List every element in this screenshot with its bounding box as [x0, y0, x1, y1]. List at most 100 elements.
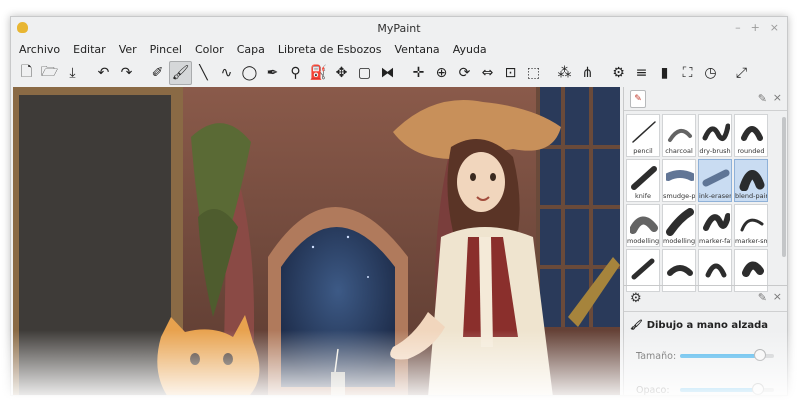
brush-stroke-preview [666, 208, 694, 236]
history-icon[interactable]: ◷ [699, 61, 722, 85]
size-slider-fill [680, 354, 760, 358]
menu-editar[interactable]: Editar [73, 43, 106, 56]
fit-view-icon[interactable]: ⊡ [499, 61, 522, 85]
brush-stroke-preview [702, 169, 730, 187]
line-tool-icon[interactable]: ╲ [192, 61, 215, 85]
size-slider-knob[interactable] [753, 349, 766, 361]
open-file-icon[interactable]: 🗁 [38, 61, 61, 85]
fill-tool-icon[interactable]: ⛽ [307, 61, 330, 85]
menu-bar: Archivo Editar Ver Pincel Color Capa Lib… [11, 39, 787, 59]
title-bar[interactable]: MyPaint – + × [11, 17, 787, 39]
pin-icon[interactable]: ✎ [758, 92, 767, 105]
drawing-canvas[interactable] [13, 87, 620, 395]
opacity-slider[interactable] [680, 383, 774, 395]
brush-label: charcoal [665, 147, 693, 155]
brush-label: modelling2 [627, 237, 659, 245]
brush-settings-header: ⚙ ✎ × [624, 286, 787, 312]
menu-ayuda[interactable]: Ayuda [453, 43, 487, 56]
menu-ver[interactable]: Ver [119, 43, 137, 56]
curve-tool-icon[interactable]: ∿ [215, 61, 238, 85]
minimize-icon[interactable]: – [735, 21, 741, 34]
brush-stroke-preview [742, 261, 764, 277]
tool-title-label: Dibujo a mano alzada [646, 320, 769, 331]
right-dock: ✎ ✎ × pencil charcoal dry-brush rounded knif… [623, 87, 787, 395]
menu-pincel[interactable]: Pincel [150, 43, 182, 56]
reset-view-icon[interactable]: ⬚ [522, 61, 545, 85]
brush-list-scrollbar[interactable] [782, 117, 786, 257]
layers-icon[interactable]: ≡ [630, 61, 653, 85]
move-layer-icon[interactable]: ✥ [330, 61, 353, 85]
scratchpad-icon[interactable]: ▮ [653, 61, 676, 85]
freehand-brush-icon[interactable]: 🖌 [169, 61, 192, 85]
eraser-icon[interactable]: ✐ [146, 61, 169, 85]
new-document-icon[interactable]: 🗋 [15, 61, 38, 85]
window-title: MyPaint [377, 21, 421, 35]
menu-archivo[interactable]: Archivo [19, 43, 60, 56]
brush-settings-panel: ⚙ ✎ × 🖌 Dibujo a mano alzada Tamaño: Opa… [624, 285, 787, 395]
size-row: Tamaño: [636, 348, 786, 364]
brush-selector: pencil charcoal dry-brush rounded knife smudg… [626, 114, 776, 292]
color-picker-icon[interactable]: ⚲ [284, 61, 307, 85]
brush-label: smudge-paint [663, 192, 695, 200]
pin-icon[interactable]: ✎ [758, 291, 767, 304]
size-label: Tamaño: [636, 350, 677, 362]
brush-stroke-preview [631, 166, 657, 190]
fullscreen-icon[interactable]: ⛶ [676, 61, 699, 85]
tool-title: 🖌 Dibujo a mano alzada [630, 320, 768, 331]
size-slider[interactable] [680, 349, 774, 361]
artwork [13, 87, 620, 395]
brush-stroke-preview [705, 263, 727, 278]
rotate-icon[interactable]: ⟳ [453, 61, 476, 85]
brush-label: modelling [663, 237, 695, 245]
preferences-icon[interactable]: ⚙ [607, 61, 630, 85]
expand-icon[interactable]: ⤢ [730, 61, 753, 85]
brush-stroke-preview [739, 170, 765, 191]
save-file-icon[interactable]: ⤓ [61, 61, 84, 85]
brush-item[interactable]: rounded [734, 114, 768, 157]
brush-item[interactable]: dry-brush [698, 114, 732, 157]
brush-item[interactable]: modelling2 [626, 204, 660, 247]
opacity-slider-knob[interactable] [752, 383, 765, 395]
brush-item[interactable]: charcoal [662, 114, 696, 157]
maximize-icon[interactable]: + [751, 21, 760, 34]
brush-stroke-preview [632, 121, 656, 143]
brush-panel-header: ✎ ✎ × [624, 87, 787, 111]
tool-options-gear-icon[interactable]: ⚙ [630, 291, 642, 306]
brush-item[interactable]: blend-paint [734, 159, 768, 202]
pan-icon[interactable]: ✛ [407, 61, 430, 85]
brush-label: marker-small [735, 237, 767, 245]
brush-item[interactable]: pencil [626, 114, 660, 157]
brush-settings-icon[interactable]: ⋔ [576, 61, 599, 85]
redo-icon[interactable]: ↷ [115, 61, 138, 85]
menu-capa[interactable]: Capa [237, 43, 265, 56]
frame-tool-icon[interactable]: ▢ [353, 61, 376, 85]
mypaint-app-icon [17, 22, 28, 33]
brush-stroke-preview [703, 213, 730, 231]
menu-libreta-de-esbozos[interactable]: Libreta de Esbozos [278, 43, 382, 56]
brush-label: dry-brush [699, 147, 731, 155]
brush-stroke-preview [667, 265, 693, 276]
brush-list-tab-icon[interactable]: ✎ [630, 89, 646, 108]
brush-item[interactable]: marker-small [734, 204, 768, 247]
symmetry-icon[interactable]: ⧓ [376, 61, 399, 85]
brush-label: pencil [633, 147, 653, 155]
close-panel-icon[interactable]: × [773, 91, 782, 104]
flip-icon[interactable]: ⇔ [476, 61, 499, 85]
brush-item[interactable]: marker-fat [698, 204, 732, 247]
brush-item[interactable]: ink-eraser [698, 159, 732, 202]
brush-stroke-preview [631, 258, 655, 280]
brush-item[interactable]: knife [626, 159, 660, 202]
ellipse-tool-icon[interactable]: ◯ [238, 61, 261, 85]
menu-ventana[interactable]: Ventana [395, 43, 440, 56]
brush-item[interactable]: modelling [662, 204, 696, 247]
brush-item[interactable]: smudge-paint [662, 159, 696, 202]
menu-color[interactable]: Color [195, 43, 224, 56]
zoom-icon[interactable]: ⊕ [430, 61, 453, 85]
close-window-icon[interactable]: × [770, 21, 779, 34]
inking-tool-icon[interactable]: ✒ [261, 61, 284, 85]
undo-icon[interactable]: ↶ [92, 61, 115, 85]
close-panel-icon[interactable]: × [773, 290, 782, 303]
color-palette-icon[interactable]: ⁂ [553, 61, 576, 85]
brush-label: ink-eraser [699, 192, 731, 200]
brush-icon: 🖌 [630, 320, 643, 331]
